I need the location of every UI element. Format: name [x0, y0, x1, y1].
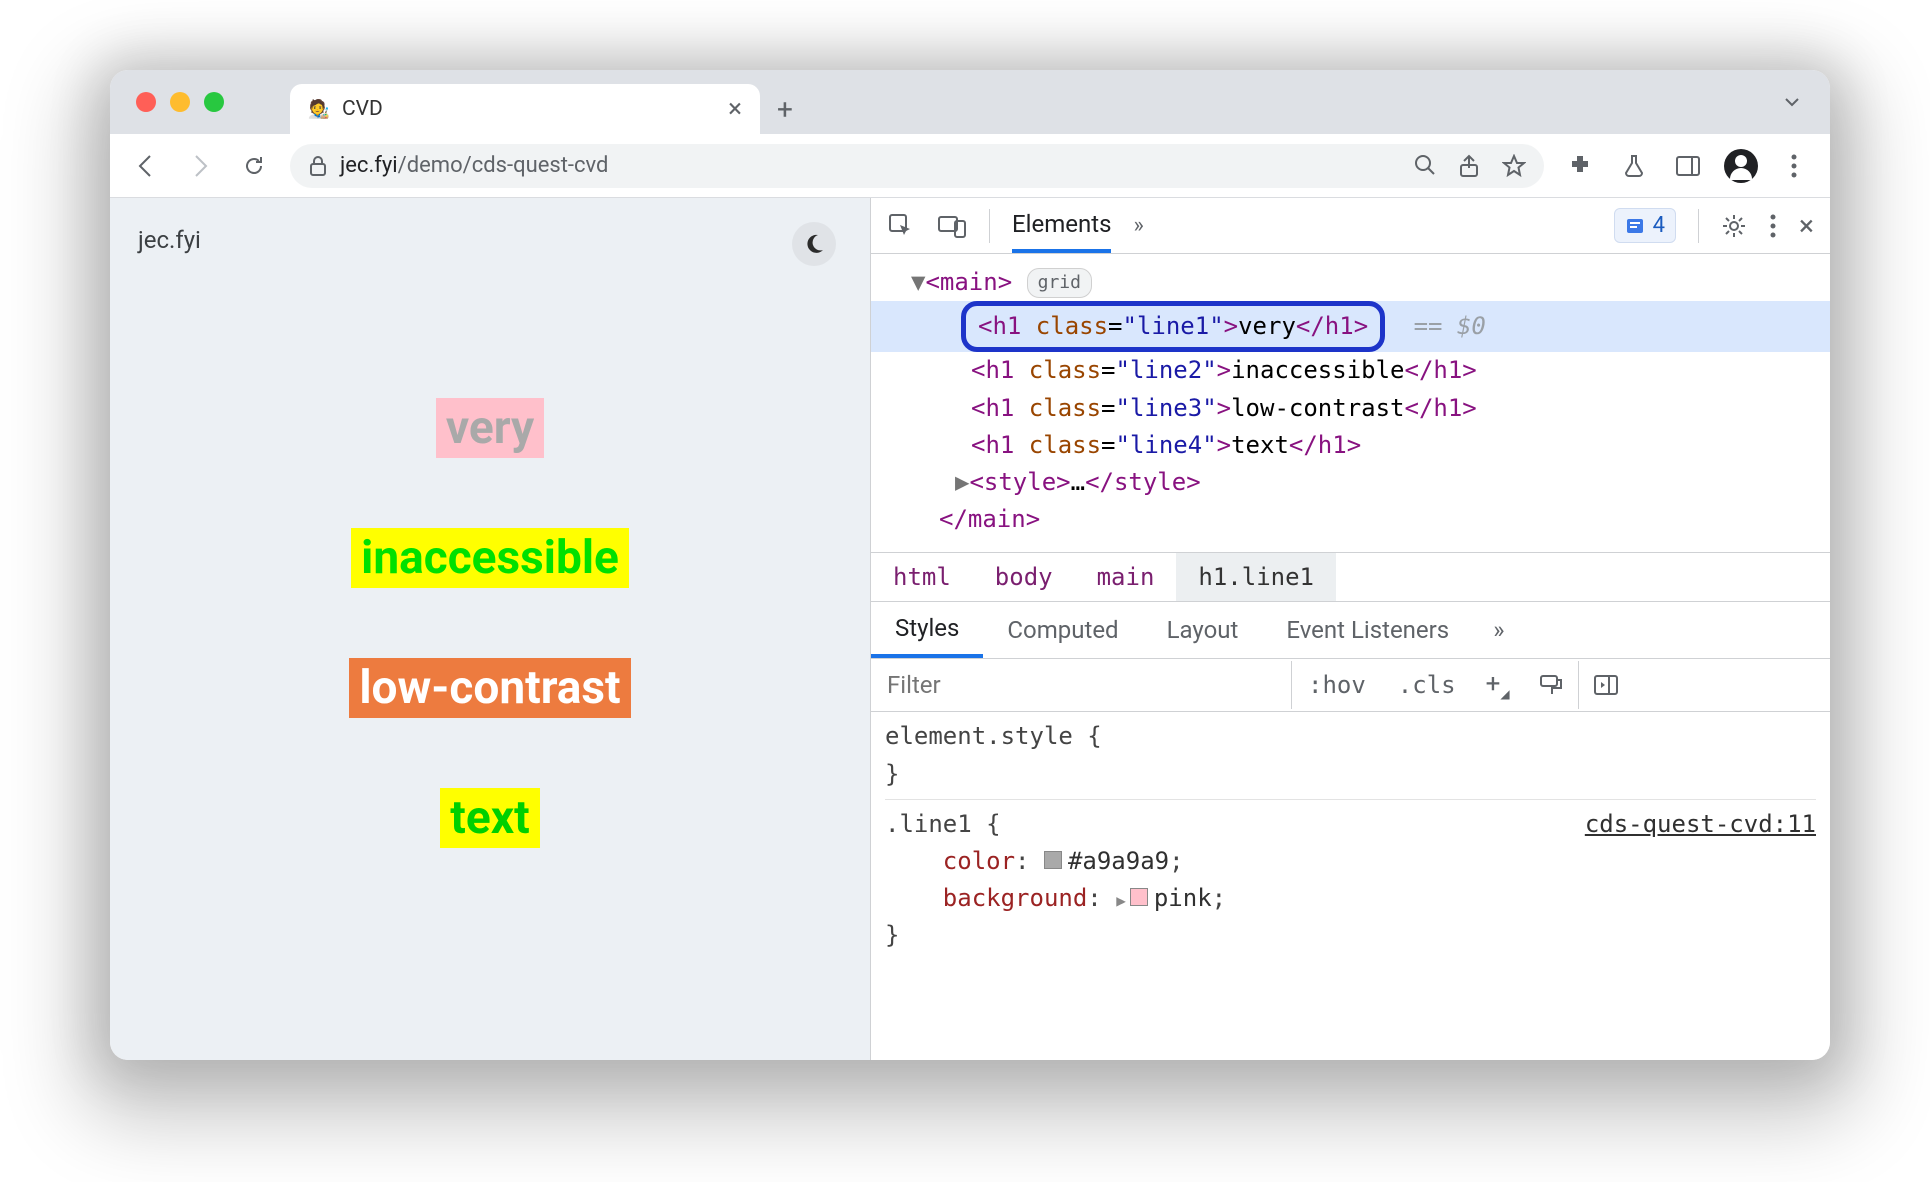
content-area: jec.fyi very inaccessible low-contrast t…	[110, 198, 1830, 1060]
url-text: jec.fyi/demo/cds-quest-cvd	[340, 153, 608, 178]
close-window-button[interactable]	[136, 92, 156, 112]
computed-sidebar-icon[interactable]	[1579, 674, 1633, 696]
tab-strip: 🧑‍🎨 CVD × +	[110, 70, 1830, 134]
tab-layout[interactable]: Layout	[1143, 604, 1263, 656]
window-controls	[136, 92, 224, 112]
tab-computed[interactable]: Computed	[983, 604, 1142, 656]
new-style-rule-icon[interactable]: +◢	[1472, 669, 1524, 701]
device-toolbar-icon[interactable]	[937, 213, 967, 239]
demo-line1: very	[436, 398, 544, 458]
browser-window: 🧑‍🎨 CVD × + jec.fyi/demo/cds-quest-cvd	[110, 70, 1830, 1060]
tab-event-listeners[interactable]: Event Listeners	[1262, 604, 1473, 656]
devtools-menu-icon[interactable]	[1769, 213, 1777, 239]
bookmark-star-icon[interactable]	[1502, 154, 1526, 178]
panel-tab-elements[interactable]: Elements	[1012, 198, 1111, 253]
browser-tab[interactable]: 🧑‍🎨 CVD ×	[290, 84, 760, 134]
browser-menu-icon[interactable]	[1776, 148, 1812, 184]
reload-button[interactable]	[236, 148, 272, 184]
dom-main-close[interactable]: </main>	[911, 501, 1830, 538]
demo-content: very inaccessible low-contrast text	[110, 398, 870, 848]
dom-h1-line2[interactable]: <h1 class="line2">inaccessible</h1>	[911, 352, 1830, 389]
element-style-rule[interactable]: element.style { }	[885, 718, 1816, 792]
elements-tree[interactable]: ▼<main> grid ⋯ <h1 class="line1">very</h…	[871, 254, 1830, 552]
issues-indicator[interactable]: 4	[1614, 208, 1676, 243]
tab-favicon: 🧑‍🎨	[308, 98, 330, 120]
more-styles-tabs-icon[interactable]: »	[1473, 604, 1524, 656]
labs-icon[interactable]	[1616, 148, 1652, 184]
styles-tabs: Styles Computed Layout Event Listeners »	[871, 601, 1830, 659]
tabs-menu-button[interactable]	[1782, 92, 1802, 112]
settings-icon[interactable]	[1721, 213, 1747, 239]
styles-filter-input[interactable]	[871, 659, 1291, 711]
tab-styles[interactable]: Styles	[871, 602, 983, 658]
hov-toggle[interactable]: :hov	[1292, 671, 1382, 699]
dom-style[interactable]: ▶<style>…</style>	[911, 464, 1830, 501]
tab-title: CVD	[342, 97, 383, 121]
extensions-icon[interactable]	[1562, 148, 1598, 184]
grid-badge[interactable]: grid	[1027, 268, 1092, 298]
dom-h1-line1[interactable]: ⋯ <h1 class="line1">very</h1> == $0	[871, 301, 1830, 352]
crumb-main[interactable]: main	[1075, 553, 1177, 601]
share-icon[interactable]	[1458, 154, 1480, 178]
paint-icon[interactable]	[1524, 673, 1578, 697]
crumb-body[interactable]: body	[973, 553, 1075, 601]
devtools-header: Elements » 4 ×	[871, 198, 1830, 254]
devtools-panel: Elements » 4 × ▼<main>	[870, 198, 1830, 1060]
css-rules-pane[interactable]: element.style { } cds-quest-cvd:11 .line…	[871, 712, 1830, 960]
page-site-label: jec.fyi	[138, 226, 842, 254]
cls-toggle[interactable]: .cls	[1382, 671, 1472, 699]
demo-line4: text	[440, 788, 539, 848]
zoom-icon[interactable]	[1414, 154, 1436, 178]
dom-h1-line4[interactable]: <h1 class="line4">text</h1>	[911, 427, 1830, 464]
fullscreen-window-button[interactable]	[204, 92, 224, 112]
back-button[interactable]	[128, 148, 164, 184]
devtools-close-icon[interactable]: ×	[1799, 209, 1814, 242]
line1-rule[interactable]: cds-quest-cvd:11 .line1 { color: #a9a9a9…	[885, 799, 1816, 955]
demo-line3: low-contrast	[349, 658, 630, 718]
more-panels-icon[interactable]: »	[1133, 213, 1143, 238]
dom-main-open[interactable]: ▼<main> grid	[911, 264, 1830, 301]
lock-icon	[308, 155, 328, 177]
inspect-icon[interactable]	[887, 212, 915, 240]
source-link[interactable]: cds-quest-cvd:11	[1585, 806, 1816, 843]
profile-avatar[interactable]	[1724, 149, 1758, 183]
toolbar: jec.fyi/demo/cds-quest-cvd	[110, 134, 1830, 198]
color-swatch[interactable]	[1044, 851, 1062, 869]
theme-toggle-button[interactable]	[792, 222, 836, 266]
dom-h1-line3[interactable]: <h1 class="line3">low-contrast</h1>	[911, 390, 1830, 427]
minimize-window-button[interactable]	[170, 92, 190, 112]
issues-count: 4	[1653, 213, 1665, 238]
sidepanel-icon[interactable]	[1670, 148, 1706, 184]
demo-line2: inaccessible	[351, 528, 629, 588]
forward-button[interactable]	[182, 148, 218, 184]
rendered-page: jec.fyi very inaccessible low-contrast t…	[110, 198, 870, 1060]
styles-filter-row: :hov .cls +◢	[871, 659, 1830, 712]
address-bar[interactable]: jec.fyi/demo/cds-quest-cvd	[290, 144, 1544, 188]
crumb-html[interactable]: html	[871, 553, 973, 601]
new-tab-button[interactable]: +	[760, 84, 810, 134]
bg-swatch[interactable]	[1130, 888, 1148, 906]
tab-close-icon[interactable]: ×	[728, 94, 742, 124]
crumb-h1[interactable]: h1.line1	[1176, 553, 1336, 601]
breadcrumb: html body main h1.line1	[871, 552, 1830, 601]
